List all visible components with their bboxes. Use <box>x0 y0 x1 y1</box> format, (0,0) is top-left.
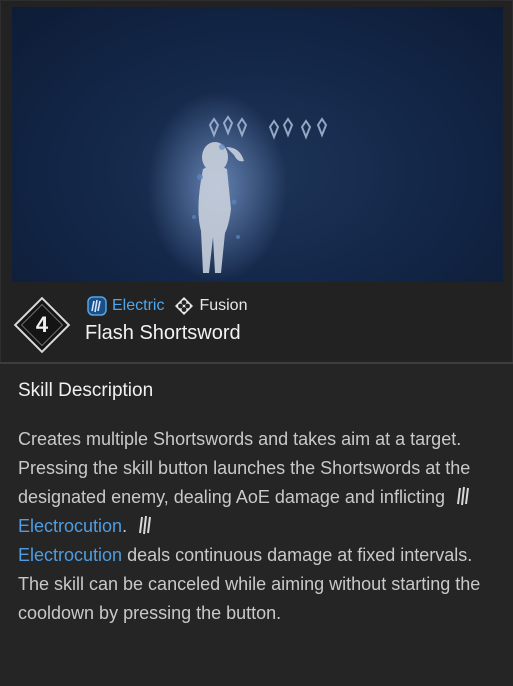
keyword-electrocution-2[interactable]: Electrocution <box>18 545 122 565</box>
desc-part-2: . <box>122 516 128 536</box>
desc-part-1: Creates multiple Shortswords and takes a… <box>18 429 471 507</box>
desc-part-4: The skill can be canceled while aiming w… <box>18 574 481 623</box>
desc-part-3: deals continuous damage at fixed interva… <box>122 545 473 565</box>
skill-preview-video <box>12 7 503 282</box>
skill-tags: Electric Fusion <box>87 295 247 317</box>
skill-description-section: Skill Description Creates multiple Short… <box>0 364 513 686</box>
skill-level-badge: 4 <box>13 296 71 354</box>
skill-name: Flash Shortsword <box>85 322 241 344</box>
electrocution-icon <box>455 486 473 506</box>
skill-level: 4 <box>35 312 49 337</box>
electric-icon <box>87 296 107 316</box>
electrocution-icon <box>137 515 155 535</box>
tag-electric-label: Electric <box>112 297 165 314</box>
skill-preview-image <box>147 92 328 282</box>
fusion-icon <box>174 296 194 316</box>
skill-card: 4 Electric Fusion Flash Shortsword Skill… <box>0 0 513 686</box>
tag-electric: Electric <box>87 296 164 316</box>
tag-fusion: Fusion <box>174 296 247 316</box>
tag-fusion-label: Fusion <box>199 297 248 314</box>
skill-header: 4 Electric Fusion Flash Shortsword <box>0 284 513 362</box>
keyword-electrocution-1[interactable]: Electrocution <box>18 516 122 536</box>
skill-description-title: Skill Description <box>18 380 154 401</box>
skill-description-text: Creates multiple Shortswords and takes a… <box>18 425 488 628</box>
